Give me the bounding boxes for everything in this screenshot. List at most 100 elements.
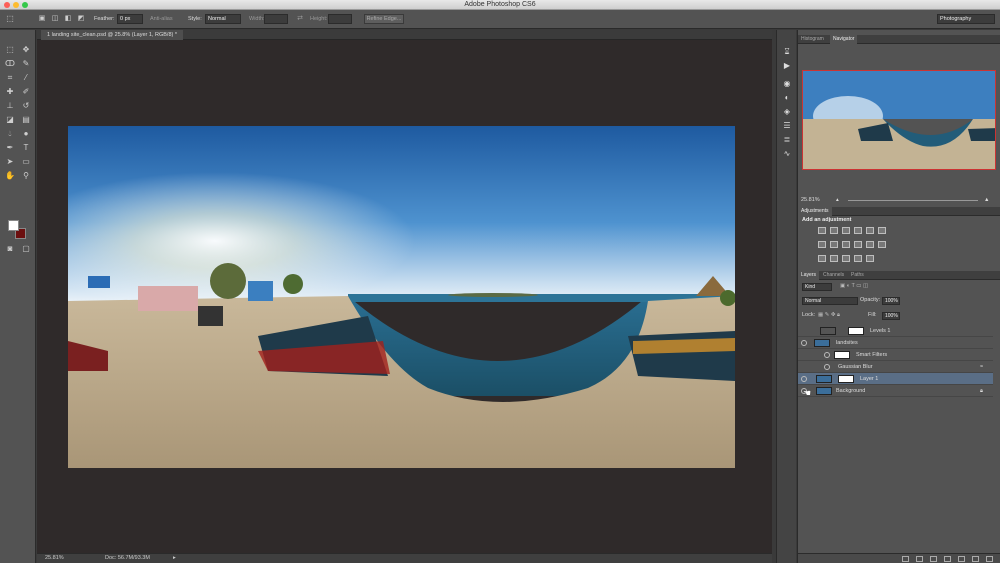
brightness-contrast-icon[interactable] <box>818 227 826 234</box>
layers-icon[interactable]: ☰ <box>781 120 793 132</box>
navigator-icon[interactable]: ◉ <box>781 78 793 90</box>
history-icon[interactable]: ⌛︎ <box>781 46 793 58</box>
quick-mask-icon[interactable]: ◙ <box>4 243 16 255</box>
adjustments-icon[interactable]: ◐ <box>781 92 793 104</box>
tab-adjustments[interactable]: Adjustments <box>798 207 832 216</box>
subtract-selection-icon[interactable]: ◧ <box>62 13 74 25</box>
filter-options-icon[interactable]: ≈ <box>980 361 983 373</box>
eye-icon[interactable] <box>801 340 807 346</box>
layer-style-icon[interactable] <box>916 556 923 562</box>
exposure-icon[interactable] <box>854 227 862 234</box>
tab-paths[interactable]: Paths <box>848 271 867 280</box>
vibrance-icon[interactable] <box>866 227 874 234</box>
tab-channels[interactable]: Channels <box>820 271 847 280</box>
lasso-icon[interactable]: ↀ <box>4 58 16 70</box>
hand-icon[interactable]: ✋ <box>4 170 16 182</box>
layer-row[interactable]: landsites <box>798 337 993 349</box>
screen-mode-icon[interactable]: ▢ <box>20 243 32 255</box>
gradient-map-icon[interactable] <box>878 227 886 234</box>
zoom-readout[interactable]: 25.81% <box>45 554 64 563</box>
layer-row[interactable]: Smart Filters <box>798 349 993 361</box>
color-lookup-icon[interactable] <box>878 241 886 248</box>
doc-size-readout[interactable]: Doc: 56.7M/93.3M <box>105 554 150 563</box>
crop-icon[interactable]: ⌗ <box>4 72 16 84</box>
color-balance-icon[interactable] <box>830 241 838 248</box>
layer-row[interactable]: Layer 1 <box>798 373 993 385</box>
fill-input[interactable]: 100% <box>882 312 900 320</box>
width-input[interactable] <box>264 14 288 24</box>
posterize-icon[interactable] <box>830 255 838 262</box>
invert-icon[interactable] <box>818 255 826 262</box>
black-white-icon[interactable] <box>842 241 850 248</box>
refine-edge-button[interactable]: Refine Edge... <box>364 14 404 24</box>
dodge-icon[interactable]: ● <box>20 128 32 140</box>
canvas-area[interactable] <box>37 40 772 553</box>
tab-layers[interactable]: Layers <box>798 271 820 280</box>
link-layers-icon[interactable] <box>902 556 909 562</box>
panorama-image[interactable] <box>68 126 735 468</box>
zoom-in-icon[interactable]: ▲ <box>984 196 989 205</box>
workspace-select[interactable]: Photography <box>937 14 995 24</box>
pen-icon[interactable]: ✒ <box>4 142 16 154</box>
antialias-checkbox[interactable]: Anti-alias <box>150 14 173 24</box>
feather-input[interactable]: 0 px <box>117 14 143 24</box>
brush-icon[interactable]: ✐ <box>20 86 32 98</box>
path-select-icon[interactable]: ➤ <box>4 156 16 168</box>
marquee-preset-icon[interactable]: ⬚ <box>4 13 16 25</box>
eraser-icon[interactable]: ◪ <box>4 114 16 126</box>
gradient-fill-icon[interactable] <box>866 255 874 262</box>
levels-icon[interactable] <box>830 227 838 234</box>
hue-saturation-icon[interactable] <box>818 241 826 248</box>
new-selection-icon[interactable]: ▣ <box>36 13 48 25</box>
opacity-input[interactable]: 100% <box>882 297 900 305</box>
lock-icons[interactable]: ▦ ✎ ✥ 🔒︎ <box>818 311 840 320</box>
new-adjustment-icon[interactable] <box>944 556 951 562</box>
channels-icon[interactable]: ≣ <box>781 134 793 146</box>
style-select[interactable]: Normal <box>205 14 241 24</box>
height-input[interactable] <box>328 14 352 24</box>
swap-dimensions-icon[interactable]: ⇄ <box>294 13 306 25</box>
foreground-color-swatch[interactable] <box>8 220 19 231</box>
layer-row[interactable]: Gaussian Blur ≈ <box>798 361 993 373</box>
history-brush-icon[interactable]: ↺ <box>20 100 32 112</box>
layer-row[interactable]: Background 🔒︎ <box>798 385 993 397</box>
intersect-selection-icon[interactable]: ◩ <box>75 13 87 25</box>
marquee-icon[interactable]: ⬚ <box>4 44 16 56</box>
layer-row[interactable]: Levels 1 <box>798 325 993 337</box>
navigator-zoom-value[interactable]: 25.81% <box>801 197 820 203</box>
quick-select-icon[interactable]: ✎ <box>20 58 32 70</box>
blend-mode-select[interactable]: Normal <box>802 297 858 305</box>
status-menu-icon[interactable]: ▸ <box>173 554 176 563</box>
threshold-icon[interactable] <box>842 255 850 262</box>
play-icon[interactable]: ▶ <box>781 60 793 72</box>
move-icon[interactable]: ✥ <box>20 44 32 56</box>
blur-icon[interactable]: 💧︎ <box>4 128 16 140</box>
paths-icon[interactable]: ∿ <box>781 148 793 160</box>
layer-kind-filter[interactable]: Kind <box>802 283 832 291</box>
stamp-icon[interactable]: ⊥ <box>4 100 16 112</box>
tab-navigator[interactable]: Navigator <box>830 35 858 44</box>
selective-color-icon[interactable] <box>854 255 862 262</box>
healing-icon[interactable]: ✚ <box>4 86 16 98</box>
eye-icon[interactable] <box>824 364 830 370</box>
eye-icon[interactable] <box>824 352 830 358</box>
document-tab[interactable]: 1 landing site_clean.psd @ 25.8% (Layer … <box>41 30 184 40</box>
add-selection-icon[interactable]: ◫ <box>49 13 61 25</box>
trash-icon[interactable] <box>986 556 993 562</box>
eyedropper-icon[interactable]: ⁄ <box>20 72 32 84</box>
curves-icon[interactable] <box>842 227 850 234</box>
gradient-icon[interactable]: ▤ <box>20 114 32 126</box>
zoom-out-icon[interactable]: ▴ <box>836 196 839 205</box>
shape-icon[interactable]: ▭ <box>20 156 32 168</box>
add-mask-icon[interactable] <box>930 556 937 562</box>
navigator-thumbnail[interactable] <box>802 70 996 170</box>
type-icon[interactable]: T <box>20 142 32 154</box>
channel-mixer-icon[interactable] <box>866 241 874 248</box>
eye-icon[interactable] <box>801 376 807 382</box>
zoom-slider[interactable] <box>848 200 978 201</box>
zoom-icon[interactable]: ⚲ <box>20 170 32 182</box>
new-layer-icon[interactable] <box>972 556 979 562</box>
styles-icon[interactable]: ◈ <box>781 106 793 118</box>
layer-filter-icons[interactable]: ▣ ◐ T ▭ ◫ <box>840 282 868 291</box>
photo-filter-icon[interactable] <box>854 241 862 248</box>
